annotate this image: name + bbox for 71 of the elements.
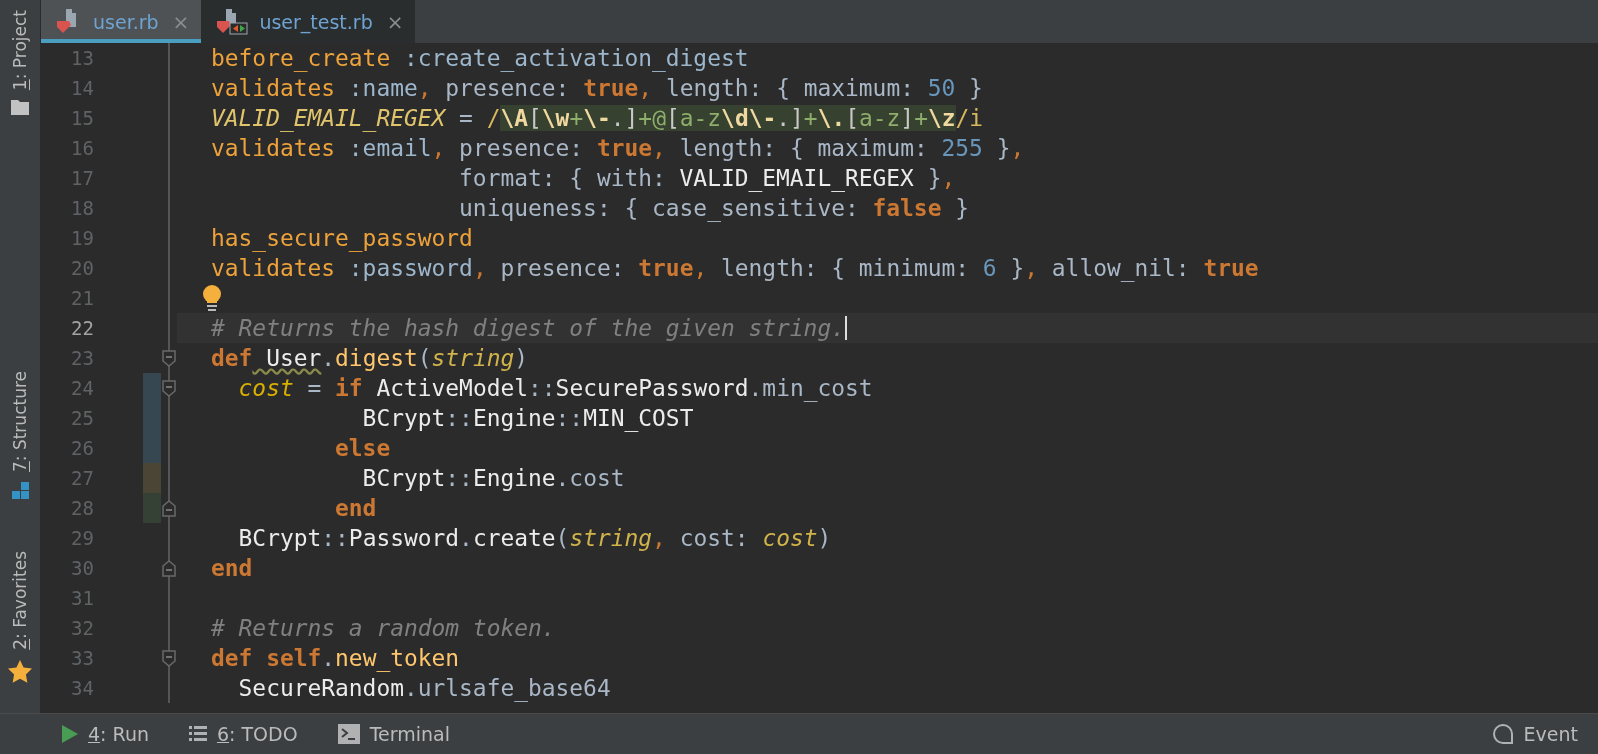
line-number: 27 — [70, 466, 94, 491]
list-icon — [188, 726, 207, 742]
line-number: 31 — [70, 586, 94, 611]
code-line: VALID_EMAIL_REGEX = /\A[\w+\-.]+@[a-z\d\-.]+\.[a-z]+\z/i — [211, 104, 984, 133]
line-number: 16 — [70, 136, 94, 161]
change-marker[interactable] — [143, 373, 161, 403]
line-number: 32 — [70, 616, 94, 641]
text-caret — [844, 316, 847, 340]
code-line: validates :password, presence: true, length: { minimum: 6 }, allow_nil: true — [211, 254, 1259, 283]
line-number: 23 — [70, 346, 94, 371]
star-icon — [8, 660, 32, 683]
code-line: validates :email, presence: true, length: { maximum: 255 }, — [211, 134, 1025, 163]
code-line: SecureRandom.urlsafe_base64 — [237, 674, 611, 703]
event-log-button[interactable]: Event — [1491, 723, 1578, 745]
ruby-test-file-icon — [217, 8, 250, 35]
line-number: 28 — [70, 496, 94, 521]
line-number: 17 — [70, 166, 94, 191]
tool-window-tab[interactable]: 1: Project — [10, 10, 30, 91]
code-line: def User.digest(string) — [211, 344, 529, 373]
code-line: validates :name, presence: true, length: { maximum: 50 } — [211, 74, 983, 103]
tool-window-tab[interactable]: 2: Favorites — [10, 551, 30, 650]
line-number: 33 — [70, 646, 94, 671]
tool-window-button[interactable]: 4: Run — [62, 723, 149, 745]
line-number: 18 — [70, 196, 94, 221]
line-number: 26 — [70, 436, 94, 461]
play-icon — [62, 725, 78, 743]
fold-icon[interactable] — [162, 499, 176, 517]
line-number: 14 — [70, 76, 94, 101]
line-number: 24 — [70, 376, 94, 401]
code-line: def self.new_token — [211, 644, 460, 673]
fold-icon[interactable] — [162, 649, 176, 667]
code-line: else — [334, 434, 391, 463]
code-line: format: { with: VALID_EMAIL_REGEX }, — [458, 164, 956, 193]
code-line: end — [211, 554, 253, 583]
change-marker[interactable] — [143, 433, 161, 463]
line-number: 13 — [70, 46, 94, 71]
fold-icon[interactable] — [162, 349, 176, 367]
line-number: 25 — [70, 406, 94, 431]
tool-window-tab[interactable]: 7: Structure — [10, 371, 30, 473]
line-number: 20 — [70, 256, 94, 281]
change-marker[interactable] — [143, 493, 161, 523]
speech-balloon-icon — [1491, 723, 1514, 745]
code-line: uniqueness: { case_sensitive: false } — [458, 194, 969, 223]
line-number: 30 — [70, 556, 94, 581]
code-line: BCrypt::Engine.cost — [361, 464, 625, 493]
line-number: 15 — [70, 106, 94, 131]
code-line: BCrypt::Engine::MIN_COST — [361, 404, 694, 433]
code-comment: # Returns a random token. — [211, 614, 556, 643]
line-number: 22 — [70, 316, 94, 341]
editor-tab[interactable]: user.rb × — [41, 0, 202, 43]
line-number: 21 — [70, 286, 94, 311]
fold-icon[interactable] — [162, 379, 176, 397]
code-line: BCrypt::Password.create(string, cost: cost) — [237, 524, 832, 553]
folder-icon — [11, 100, 29, 116]
fold-icon[interactable] — [162, 559, 176, 577]
line-number: 29 — [70, 526, 94, 551]
code-comment: # Returns the hash digest of the given string. — [211, 314, 845, 343]
lightbulb-icon[interactable] — [201, 284, 223, 312]
code-line: has_secure_password — [211, 224, 473, 253]
line-number: 34 — [70, 676, 94, 701]
close-icon[interactable]: × — [386, 9, 404, 34]
code-line: before_create :create_activation_digest — [211, 44, 749, 73]
terminal-icon — [337, 724, 360, 744]
code-line: end — [334, 494, 377, 523]
line-number: 19 — [70, 226, 94, 251]
tool-window-button[interactable]: 6: TODO — [188, 723, 298, 745]
change-marker[interactable] — [143, 463, 161, 493]
tool-window-button[interactable]: Terminal — [337, 723, 450, 745]
structure-icon — [11, 482, 29, 500]
editor-tab[interactable]: user_test.rb × — [201, 0, 416, 43]
code-line: cost = if ActiveModel::SecurePassword.min_cost — [237, 374, 873, 403]
